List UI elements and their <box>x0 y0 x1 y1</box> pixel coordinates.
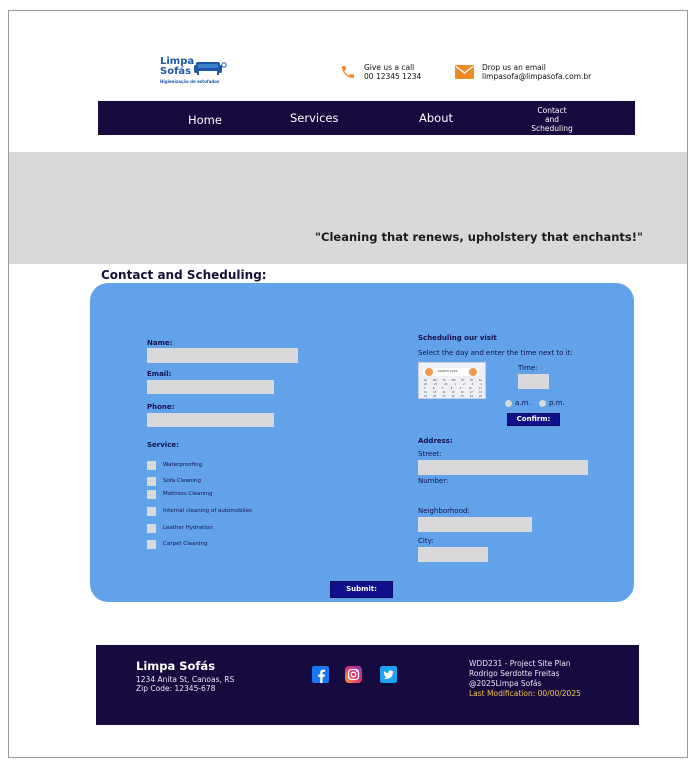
checkbox-mattress-cleaning[interactable] <box>147 490 156 499</box>
nav-contact-scheduling[interactable]: Contact and Scheduling <box>528 106 576 133</box>
phone-field[interactable] <box>147 413 274 427</box>
pm-radio[interactable] <box>539 400 546 407</box>
logo[interactable]: Limpa Sofás Higienização de estofados <box>160 57 230 87</box>
nav-home[interactable]: Home <box>188 113 222 127</box>
call-number[interactable]: 00 12345 1234 <box>364 72 421 81</box>
number-label: Number: <box>418 477 449 485</box>
main-nav: Home Services About Contact and Scheduli… <box>98 101 635 135</box>
call-contact[interactable]: Give us a call 00 12345 1234 <box>340 63 421 81</box>
section-title: Contact and Scheduling: <box>101 268 267 282</box>
nav-about[interactable]: About <box>419 111 453 125</box>
email-field[interactable] <box>147 380 274 394</box>
city-label: City: <box>418 537 434 545</box>
service-option-label: Internal cleaning of automobiles <box>163 508 252 514</box>
contact-form-panel: Name: Email: Phone: Service: Waterproofi… <box>90 283 634 602</box>
calendar-month: MARCH 2025 <box>438 369 458 373</box>
pm-label: p.m. <box>549 399 565 407</box>
calendar-widget[interactable]: MARCH 2025 SU MO TU WE TH FR SA 26 27 28 1 2 3 4 567… <box>418 362 486 399</box>
hero-banner: "Cleaning that renews, upholstery that e… <box>9 152 687 264</box>
phone-label: Phone: <box>147 403 175 411</box>
logo-wordmark: Limpa Sofás <box>160 56 195 77</box>
am-radio[interactable] <box>505 400 512 407</box>
am-label: a.m. <box>515 399 531 407</box>
facebook-icon[interactable] <box>312 666 329 683</box>
service-option-label: Waterproofing <box>163 462 203 468</box>
service-option-label: Sofa Cleaning <box>163 478 202 484</box>
neighborhood-field[interactable] <box>418 517 532 532</box>
calendar-grid[interactable]: SU MO TU WE TH FR SA 26 27 28 1 2 3 4 5 6 7 8 9 10 11 12 13… <box>424 379 482 399</box>
email-label: Email: <box>147 370 172 378</box>
neighborhood-label: Neighborhood: <box>418 507 470 515</box>
checkbox-sofa-cleaning[interactable] <box>147 477 156 486</box>
checkbox-leather-hydration[interactable] <box>147 524 156 533</box>
schedule-hint: Select the day and enter the time next t… <box>418 349 573 357</box>
sofa-icon <box>194 62 227 75</box>
name-label: Name: <box>147 339 173 347</box>
email-address[interactable]: limpasofa@limpasofa.com.br <box>482 72 591 81</box>
footer-brand: Limpa Sofás <box>136 659 216 673</box>
footer: Limpa Sofás 1234 Anita St, Canoas, RS Zi… <box>96 645 639 725</box>
call-label: Give us a call <box>364 63 415 72</box>
checkbox-waterproofing[interactable] <box>147 461 156 470</box>
name-field[interactable] <box>147 348 298 363</box>
calendar-prev-icon[interactable] <box>425 368 433 376</box>
address-label: Address: <box>418 437 453 445</box>
time-label: Time: <box>518 364 538 372</box>
service-option-label: Carpet Cleaning <box>163 541 208 547</box>
mail-icon <box>455 65 474 79</box>
email-contact[interactable]: Drop us an email limpasofa@limpasofa.com… <box>455 63 591 81</box>
confirm-button[interactable]: Confirm: <box>507 413 560 426</box>
last-modification: Last Modification: 00/00/2025 <box>469 689 581 698</box>
submit-button[interactable]: Submit: <box>330 581 393 598</box>
nav-services[interactable]: Services <box>290 111 339 125</box>
footer-credits: WDD231 - Project Site Plan Rodrigo Serdo… <box>469 659 581 698</box>
email-label: Drop us an email <box>482 63 546 72</box>
service-option-label: Mattress Cleaning <box>163 491 213 497</box>
calendar-next-icon[interactable] <box>469 368 477 376</box>
hero-tagline: "Cleaning that renews, upholstery that e… <box>315 230 643 244</box>
logo-tagline: Higienização de estofados <box>160 79 220 84</box>
checkbox-carpet-cleaning[interactable] <box>147 540 156 549</box>
service-option-label: Leather Hydration <box>163 525 213 531</box>
street-label: Street: <box>418 450 442 458</box>
instagram-icon[interactable] <box>345 666 362 683</box>
twitter-icon[interactable] <box>380 666 397 683</box>
footer-address: 1234 Anita St, Canoas, RS Zip Code: 1234… <box>136 675 235 693</box>
phone-icon <box>342 66 354 78</box>
service-label: Service: <box>147 441 179 449</box>
checkbox-automobile-cleaning[interactable] <box>147 507 156 516</box>
schedule-title: Scheduling our visit <box>418 334 497 342</box>
city-field[interactable] <box>418 547 488 562</box>
time-field[interactable] <box>518 374 549 389</box>
street-field[interactable] <box>418 460 588 475</box>
